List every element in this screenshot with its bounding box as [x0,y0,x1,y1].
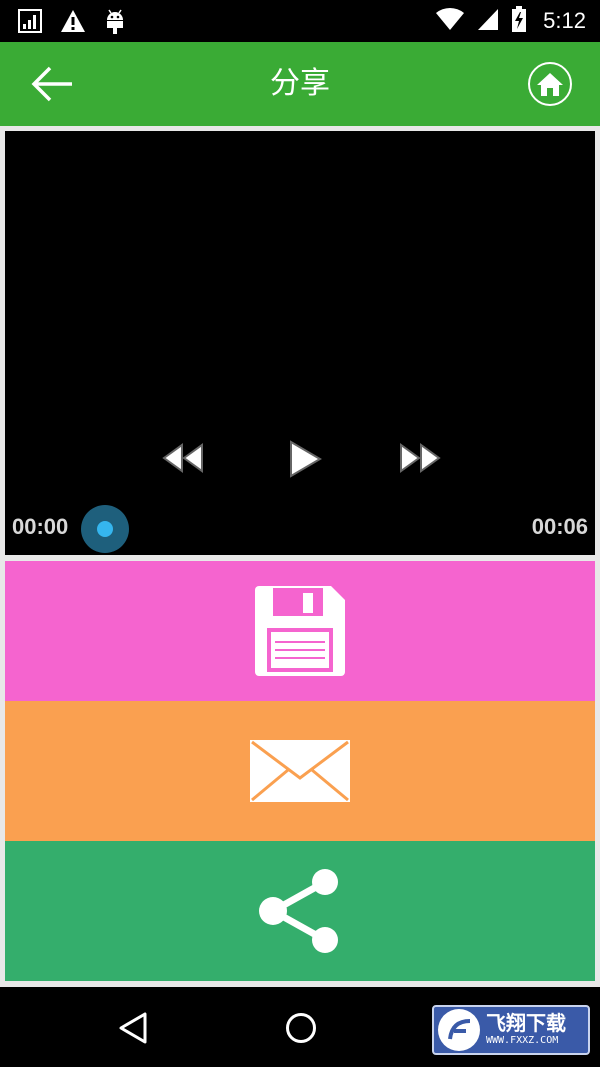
wifi-icon [435,7,465,35]
rewind-icon [162,443,203,473]
warning-icon [60,9,86,37]
share-button[interactable] [5,841,595,981]
arrow-left-icon [31,66,72,102]
app-bar: 分享 [0,42,600,126]
navigation-bar: 飞翔下载 WWW.FXXZ.COM [0,987,600,1067]
android-icon [104,8,126,38]
seek-dot [97,521,113,537]
video-player[interactable]: 00:00 00:06 [5,131,595,555]
email-button[interactable] [5,701,595,841]
status-time: 5:12 [543,8,586,33]
watermark-url: WWW.FXXZ.COM [486,1035,559,1046]
fast-forward-icon [400,443,441,473]
nav-back-icon [119,1012,147,1044]
status-bar: 5:12 [0,0,600,42]
share-icon [259,869,338,953]
nav-back-button[interactable] [116,1011,150,1045]
home-button[interactable] [528,62,572,106]
battery-charging-icon [511,6,527,36]
play-button[interactable] [287,439,323,479]
watermark: 飞翔下载 WWW.FXXZ.COM [432,1005,590,1055]
save-button[interactable] [5,561,595,701]
current-time: 00:00 [12,514,69,539]
page-title: 分享 [270,66,330,101]
watermark-title: 飞翔下载 [486,1011,566,1035]
back-button[interactable] [28,64,76,104]
fast-forward-button[interactable] [398,443,442,473]
watermark-logo-icon [438,1009,480,1051]
total-time: 00:06 [531,514,588,539]
envelope-icon [250,740,350,802]
seek-slider-thumb[interactable] [81,505,129,553]
rewind-button[interactable] [161,443,205,473]
screen: 5:12 分享 00:00 00:06 飞翔下载 WWW.FXXZ.COM [0,0,600,1067]
floppy-disk-icon [255,586,345,676]
nav-home-button[interactable] [286,1013,316,1043]
home-icon [537,73,563,96]
signal-box-icon [18,9,42,37]
play-icon [290,440,322,478]
cell-signal-icon [477,7,499,35]
